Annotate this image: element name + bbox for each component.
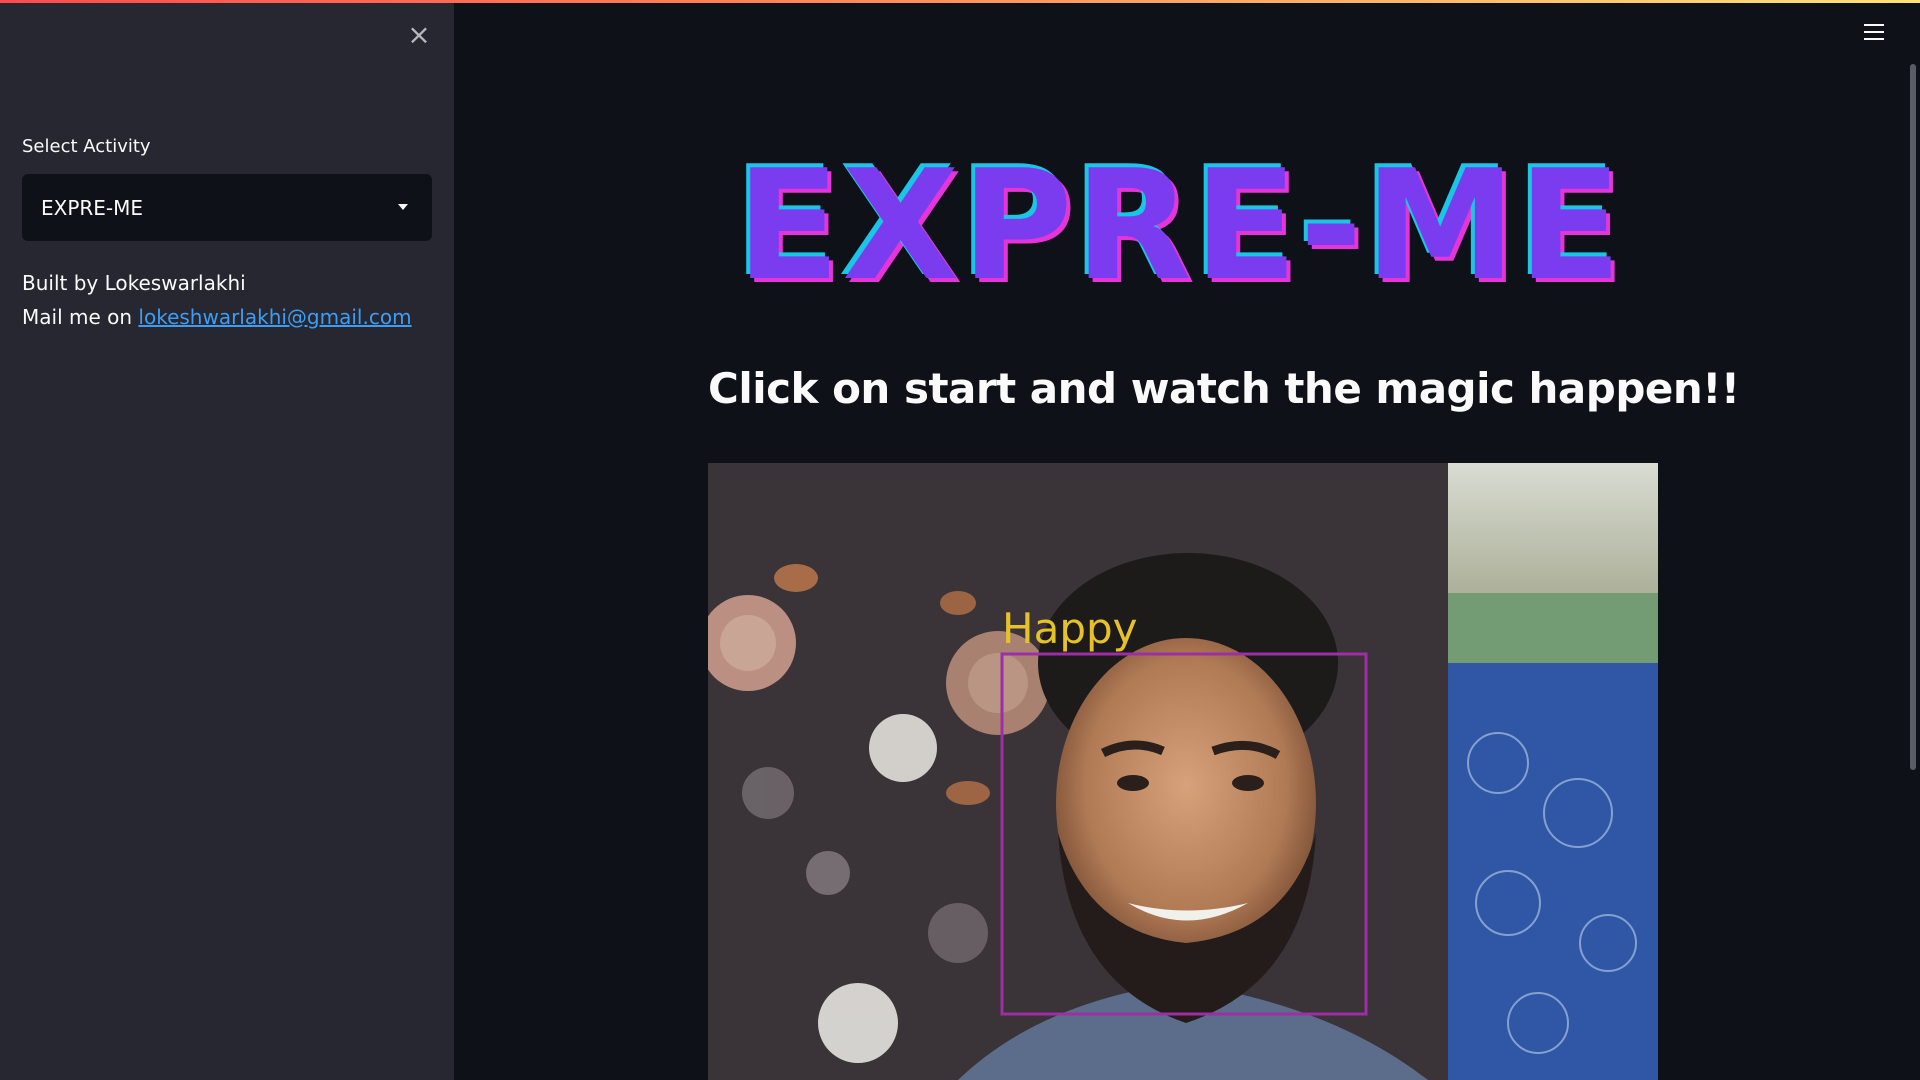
activity-select-value: EXPRE-ME — [41, 195, 144, 220]
close-icon: × — [407, 18, 431, 51]
page-scrollbar[interactable] — [1910, 64, 1916, 770]
select-activity-label: Select Activity — [22, 136, 151, 157]
left-eye — [1117, 775, 1149, 791]
hamburger-menu-button[interactable] — [1862, 20, 1886, 44]
mail-prefix: Mail me on — [22, 305, 139, 329]
activity-select[interactable]: EXPRE-ME — [22, 174, 432, 241]
page-heading: Click on start and watch the magic happe… — [708, 364, 1740, 413]
hamburger-line — [1864, 38, 1884, 40]
webcam-video-feed: Happy — [708, 463, 1658, 1080]
credits: Built by Lokeswarlakhi Mail me on lokesh… — [22, 266, 412, 334]
chevron-down-icon — [398, 204, 408, 210]
right-eye — [1232, 775, 1264, 791]
sidebar: × Select Activity EXPRE-ME Built by Loke… — [0, 0, 454, 1080]
curtain-top-pattern — [1448, 593, 1658, 663]
email-link[interactable]: lokeshwarlakhi@gmail.com — [138, 305, 411, 329]
emotion-label: Happy — [1002, 604, 1138, 653]
webcam-frame: Happy — [708, 463, 1658, 1080]
logo-text: EXPRE-ME — [736, 140, 1623, 296]
close-sidebar-button[interactable]: × — [404, 20, 434, 50]
built-by-text: Built by Lokeswarlakhi — [22, 271, 246, 295]
hamburger-menu-icon — [1864, 24, 1884, 26]
app-logo: EXPRE-ME EXPRE-ME EXPRE-ME — [720, 133, 1640, 318]
top-decoration-bar — [0, 0, 1920, 3]
hamburger-line — [1864, 31, 1884, 33]
mail-line: Mail me on lokeshwarlakhi@gmail.com — [22, 300, 412, 334]
